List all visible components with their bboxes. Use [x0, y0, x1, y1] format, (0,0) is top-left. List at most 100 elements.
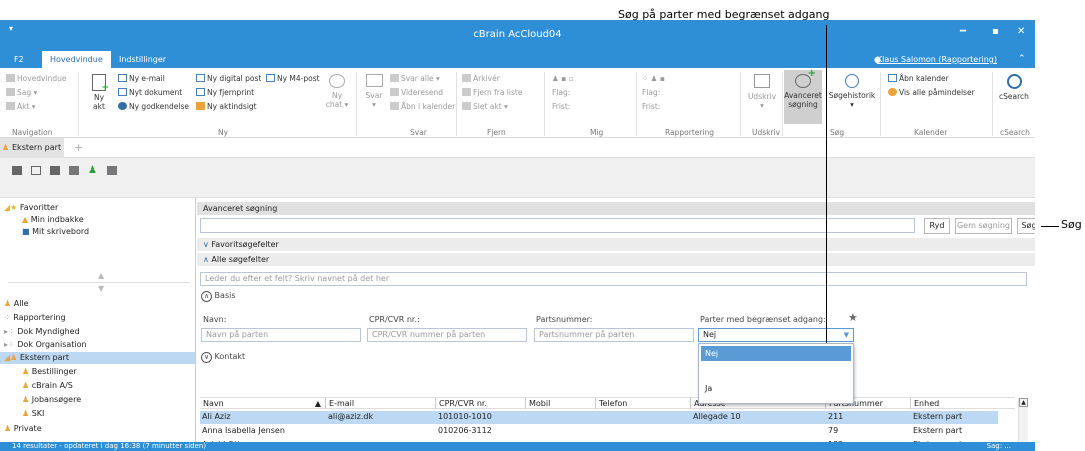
history-icon — [845, 74, 859, 88]
table-row[interactable] — [200, 411, 998, 424]
add-tab-icon[interactable]: + — [74, 141, 83, 154]
svar-button[interactable]: Svar ▾ — [360, 74, 388, 109]
close-icon[interactable]: ✕ — [1017, 26, 1025, 37]
col-mobil[interactable]: Mobil — [525, 398, 595, 409]
rapportering-flag[interactable]: Flag: — [642, 88, 660, 97]
sidebar-item-ekstern-part[interactable]: ◢♟ Ekstern part — [0, 352, 195, 364]
kontakt-toggle[interactable]: ∨ Kontakt — [201, 352, 245, 363]
col-email[interactable]: E-mail — [325, 398, 435, 409]
mig-flag[interactable]: Flag: — [552, 88, 570, 97]
col-telefon[interactable]: Telefon — [595, 398, 690, 409]
soegehistorik-button[interactable]: Søgehistorik ▾ — [826, 74, 878, 109]
csearch-button[interactable]: cSearch — [996, 74, 1032, 101]
sidebar-item-alle[interactable]: ♟ Alle — [4, 298, 29, 310]
tab-ekstern-part[interactable]: ♟ Ekstern part — [0, 138, 64, 158]
col-navn[interactable]: Navn ▲ — [200, 398, 325, 409]
group-label-csearch: cSearch — [1000, 128, 1030, 137]
ny-akt-button[interactable]: + Ny akt — [86, 74, 112, 111]
avanceret-soegning-button[interactable]: + Avanceret søgning — [784, 69, 822, 124]
rapportering-icons[interactable]: ⁘ ♟ ▪ — [642, 74, 665, 83]
sidebar-item-bestillinger[interactable]: ♟ Bestillinger — [22, 366, 77, 378]
aabn-kalender-button[interactable]: Åbn kalender — [888, 74, 949, 83]
ny-m4-post-button[interactable]: Ny M4-post — [266, 74, 320, 83]
cell-navn: Ali Aziz — [202, 412, 231, 421]
nav-akt[interactable]: Akt ▾ — [6, 102, 36, 111]
col-enhed[interactable]: Enhed — [910, 398, 1015, 409]
user-link[interactable]: Klaus Salomon (Rapportering) — [877, 55, 997, 64]
partsnummer-input[interactable]: Partsnummer på parten — [534, 328, 694, 342]
sidebar-item-ski[interactable]: ♟ SKI — [22, 408, 44, 420]
mig-person-icon[interactable]: ♟ ▪ ▫ — [552, 74, 574, 83]
mig-frist[interactable]: Frist: — [552, 102, 570, 111]
tab-indstillinger[interactable]: Indstillinger — [111, 51, 174, 68]
sidebar-item-dok-organisation[interactable]: ▸⁘ Dok Organisation — [4, 339, 87, 351]
field-filter-input[interactable]: Leder du efter et felt? Skriv navnet på … — [200, 272, 1027, 286]
scroll-up-icon[interactable]: ▲ — [1019, 398, 1028, 407]
navn-input[interactable]: Navn på parten — [201, 328, 361, 342]
ny-godkendelse-button[interactable]: Ny godkendelse — [118, 102, 189, 111]
alle-soegefelter-toggle[interactable]: ∧ Alle søgefelter — [197, 253, 1035, 266]
svar-alle-button[interactable]: Svar alle ▾ — [390, 74, 440, 83]
scroll-up-icon[interactable]: ▲ — [98, 271, 104, 280]
gem-soegning-button[interactable]: Gem søgning — [955, 218, 1012, 234]
fjern-fra-liste-button[interactable]: Fjern fra liste — [462, 88, 522, 97]
basis-toggle[interactable]: ∧ Basis — [201, 291, 236, 302]
sidebar-item-mit-skrivebord[interactable]: ■ Mit skrivebord — [22, 226, 89, 238]
desk-icon: ■ — [22, 227, 30, 236]
collapse-ribbon-icon[interactable]: ⌃ — [1018, 54, 1026, 64]
col-cpr[interactable]: CPR/CVR nr. — [435, 398, 525, 409]
star-icon: ◢★ — [4, 203, 18, 212]
sidebar-item-dok-myndighed[interactable]: ▸⁘ Dok Myndighed — [4, 326, 80, 338]
rapportering-frist[interactable]: Frist: — [642, 102, 660, 111]
sidebar-item-jobansoegere[interactable]: ♟ Jobansøgere — [22, 394, 81, 406]
people-icon: ♟ — [22, 367, 30, 376]
cpr-input[interactable]: CPR/CVR nummer på parten — [367, 328, 527, 342]
arkiver-button[interactable]: Arkivér — [462, 74, 500, 83]
group-label-kalender: Kalender — [914, 128, 948, 137]
stack-icon[interactable] — [69, 166, 79, 175]
nav-sag[interactable]: Sag ▾ — [6, 88, 37, 97]
vis-alle-paamindelser-button[interactable]: Vis alle påmindelser — [888, 88, 975, 97]
cell-cpr: 101010-1010 — [438, 412, 492, 421]
table-row[interactable] — [200, 425, 998, 438]
minimize-icon[interactable]: ━ — [960, 26, 966, 37]
option-nej[interactable]: Nej — [701, 346, 851, 361]
people-icon: ♟ — [4, 424, 12, 433]
ny-email-button[interactable]: Ny e-mail — [118, 74, 165, 83]
udskriv-button[interactable]: Udskriv ▾ — [746, 74, 778, 110]
ny-fjernprint-button[interactable]: Ny fjernprint — [196, 88, 254, 97]
callout-top: Søg på parter med begrænset adgang — [618, 8, 830, 21]
soeg-button[interactable]: Søg — [1017, 218, 1035, 234]
sidebar-item-min-indbakke[interactable]: ▲ Min indbakke — [22, 214, 84, 226]
begraenset-adgang-select[interactable]: Nej ▼ — [698, 328, 854, 342]
avanceret-soegning-label: Avanceret søgning — [784, 91, 822, 109]
nyt-dokument-button[interactable]: Nyt dokument — [118, 88, 182, 97]
slet-akt-button[interactable]: Slet akt ▾ — [462, 102, 508, 111]
favoritsoegefelter-toggle[interactable]: ∨ Favoritsøgefelter — [197, 238, 1035, 251]
people-icon: ♟ — [2, 143, 10, 152]
sidebar-item-private[interactable]: ♟ Private — [4, 423, 42, 435]
folder-icon[interactable] — [12, 166, 22, 175]
scroll-down-icon[interactable]: ▼ — [98, 284, 104, 293]
tab-hovedvindue[interactable]: Hovedvindue — [42, 51, 111, 68]
ny-aktindsigt-button[interactable]: Ny aktindsigt — [196, 102, 257, 111]
ny-chat-button[interactable]: Ny chat ▾ — [322, 74, 352, 109]
sidebar-item-cbrain[interactable]: ♟ cBrain A/S — [22, 380, 73, 392]
tab-f2[interactable]: F2 — [6, 51, 32, 68]
ryd-button[interactable]: Ryd — [924, 218, 950, 234]
videresend-button[interactable]: Videresend — [390, 88, 443, 97]
list-icon[interactable] — [50, 166, 60, 175]
nav-hovedvindue[interactable]: Hovedvindue — [6, 74, 66, 83]
export-icon[interactable] — [107, 166, 117, 175]
ny-digital-post-button[interactable]: Ny digital post — [196, 74, 261, 83]
people-icon: ♟ — [22, 395, 30, 404]
sidebar-item-favoritter[interactable]: ◢★ Favoritter — [4, 202, 58, 214]
sidebar-item-rapportering[interactable]: ⁘ Rapportering — [4, 312, 66, 324]
search-query-input[interactable] — [200, 218, 915, 233]
aabn-i-kalender-button[interactable]: Åbn i kalender — [390, 102, 455, 111]
tree-icon[interactable] — [31, 166, 41, 175]
option-ja[interactable]: Ja — [701, 381, 851, 396]
person-add-icon[interactable]: ♟ — [88, 165, 97, 176]
star-icon[interactable]: ★ — [848, 311, 858, 324]
maximize-icon[interactable]: ▪ — [992, 26, 999, 37]
